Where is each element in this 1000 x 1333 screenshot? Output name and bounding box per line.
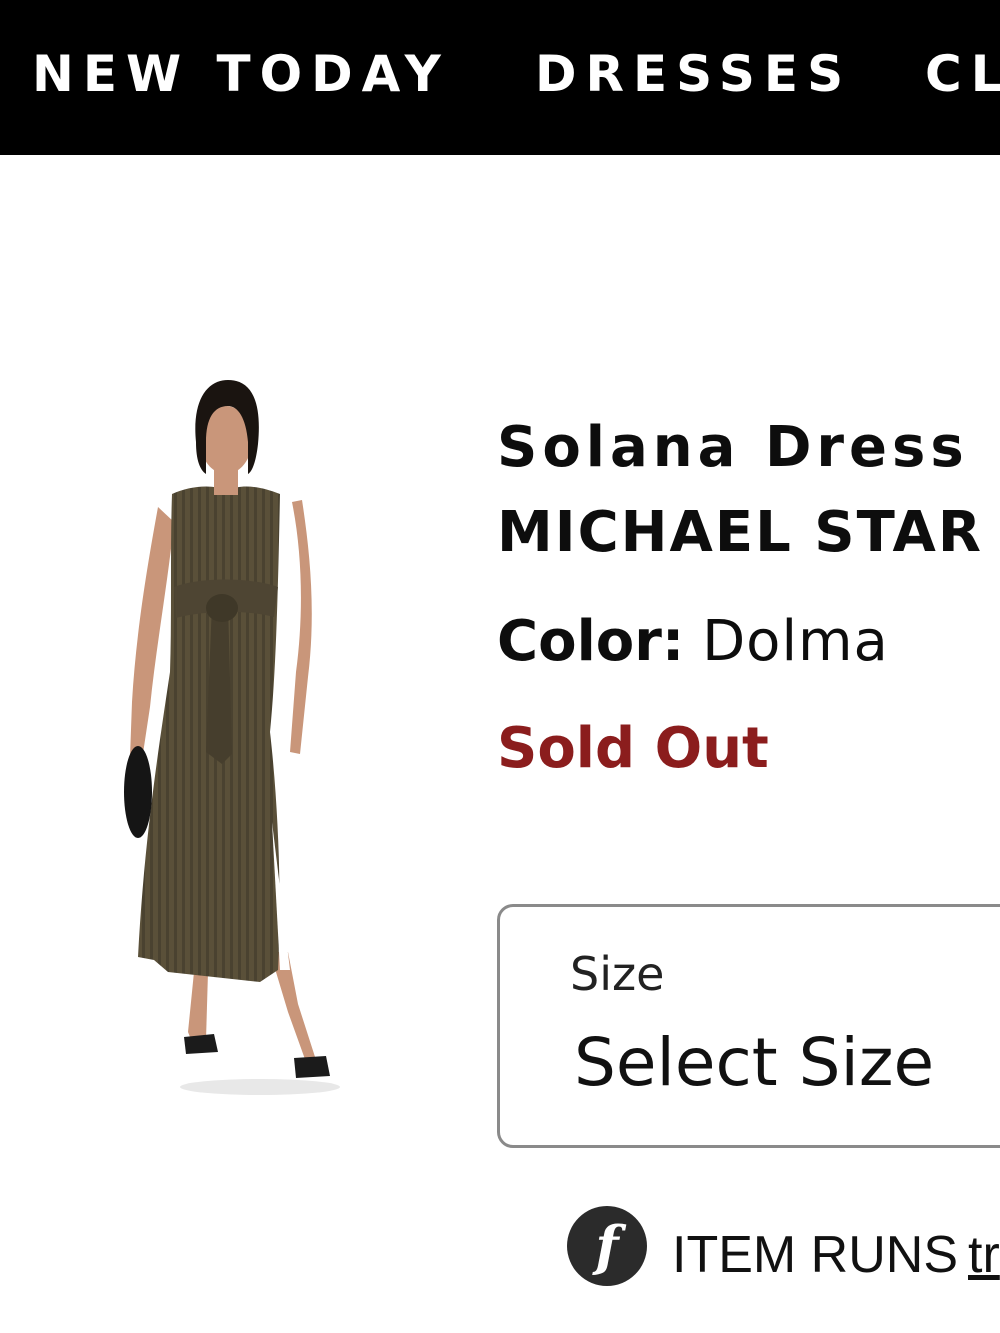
brand-link[interactable]: MICHAEL STAR xyxy=(497,500,983,566)
nav-item-clothing[interactable]: CL xyxy=(925,44,1000,104)
product-title: Solana Dress xyxy=(497,415,969,480)
top-nav-bar: NEW TODAY DRESSES CL xyxy=(0,0,1000,155)
nav-item-new-today[interactable]: NEW TODAY xyxy=(32,44,450,104)
fit-link[interactable]: tr xyxy=(968,1225,1000,1285)
nav-item-dresses[interactable]: DRESSES xyxy=(535,44,852,104)
size-select-value: Select Size xyxy=(574,1024,935,1101)
product-image[interactable] xyxy=(110,372,360,1102)
size-select-label: Size xyxy=(570,947,665,1001)
color-label: Color: xyxy=(497,609,685,674)
color-value: Dolma xyxy=(702,609,889,674)
color-row: Color: Dolma xyxy=(497,607,889,677)
fit-predictor-icon: f xyxy=(567,1206,647,1286)
product-page: NEW TODAY DRESSES CL Solana Dress MICHAE… xyxy=(0,0,1000,1333)
availability-status: Sold Out xyxy=(497,716,769,781)
fit-text: ITEM RUNS xyxy=(672,1226,958,1284)
size-select[interactable]: Size Select Size xyxy=(497,904,1000,1148)
